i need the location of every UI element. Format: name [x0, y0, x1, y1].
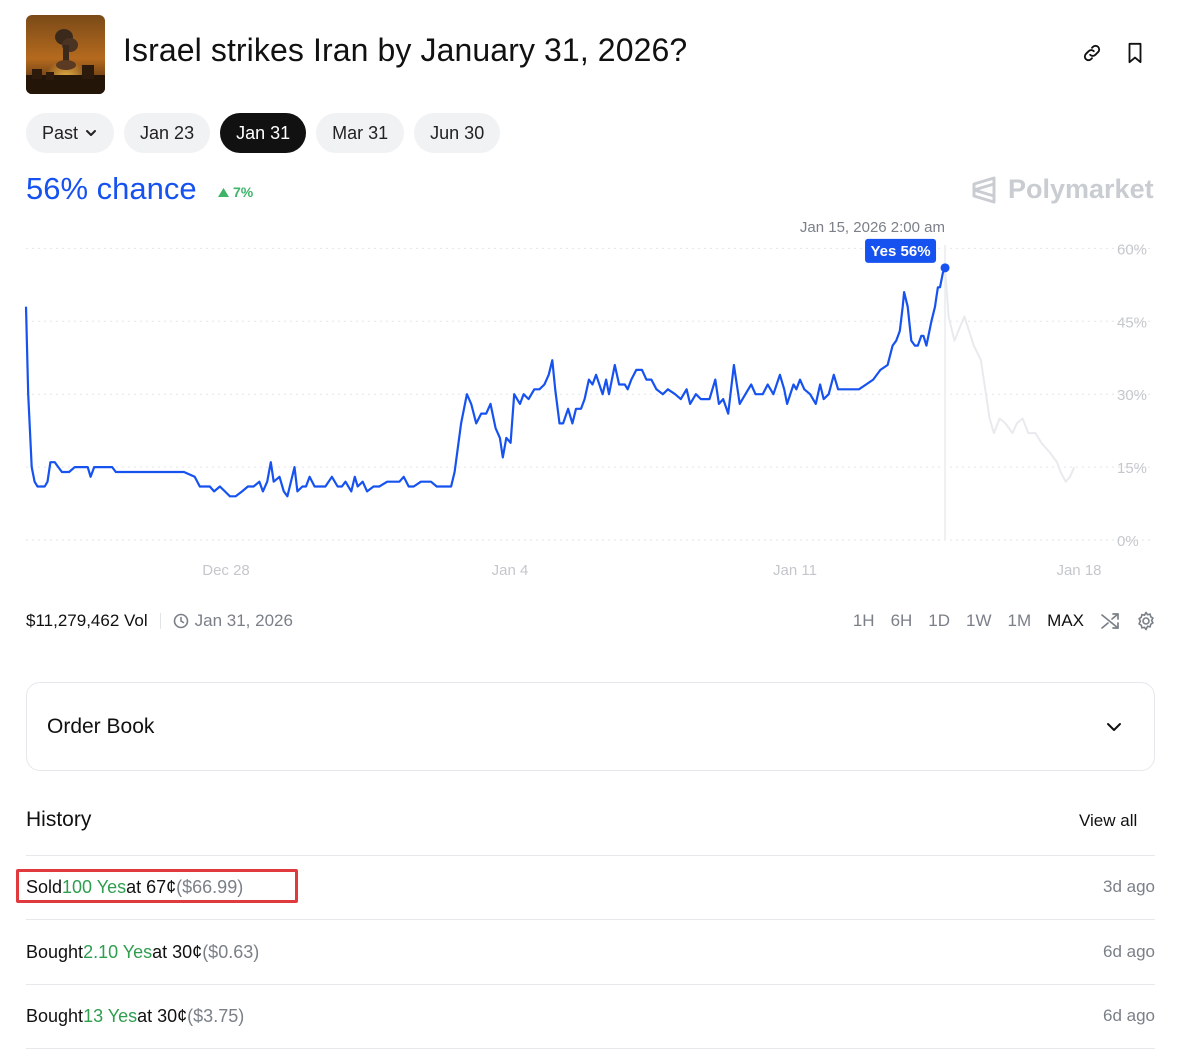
current-point [940, 263, 950, 273]
history-row: Bought 2.10 Yes at 30¢ ($0.63) 6d ago [26, 937, 1155, 967]
date-selector: Past Jan 23 Jan 31 Mar 31 Jun 30 [26, 113, 501, 153]
trade-amount: 13 Yes [83, 1005, 138, 1026]
series-line-future [944, 267, 1076, 483]
trade-action: Bought [26, 941, 84, 962]
pill-label: Jan 31 [236, 122, 291, 143]
delta-value: 7% [233, 184, 254, 200]
order-book-title: Order Book [47, 714, 155, 738]
trade-price: at 30¢ [152, 941, 203, 962]
trade-usd: ($0.63) [202, 941, 260, 962]
divider [26, 855, 1155, 856]
x-tick-label: Dec 28 [202, 562, 250, 579]
series-line-yes [24, 267, 947, 498]
pill-past[interactable]: Past [26, 113, 115, 153]
divider [26, 919, 1155, 920]
settings-gear-icon[interactable] [1136, 611, 1156, 631]
pill-mar-31[interactable]: Mar 31 [316, 113, 405, 153]
y-tick-label: 15% [1117, 460, 1147, 477]
y-tick-label: 0% [1117, 533, 1139, 550]
market-thumbnail [26, 15, 105, 94]
history-row: Bought 13 Yes at 30¢ ($3.75) 6d ago [26, 1001, 1155, 1031]
trade-price: at 30¢ [137, 1005, 188, 1026]
link-icon[interactable] [1079, 40, 1105, 66]
trade-age: 6d ago [1103, 942, 1155, 961]
range-1m[interactable]: 1M [1008, 611, 1032, 631]
pill-jun-30[interactable]: Jun 30 [414, 113, 501, 153]
hover-date: Jan 15, 2026 2:00 am [800, 219, 945, 236]
pill-label: Jan 23 [140, 122, 195, 143]
order-book-toggle[interactable]: Order Book [26, 682, 1155, 771]
end-date-label: Jan 31, 2026 [194, 611, 293, 630]
range-1d[interactable]: 1D [928, 611, 950, 631]
shuffle-icon[interactable] [1100, 611, 1120, 631]
view-all-link[interactable]: View all [1079, 811, 1137, 831]
trade-age: 3d ago [1103, 877, 1155, 896]
clock-icon [173, 613, 188, 629]
trade-usd: ($3.75) [187, 1005, 245, 1026]
chance-value: 56% chance [26, 171, 197, 206]
volume: $11,279,462 Vol [26, 611, 148, 630]
range-1w[interactable]: 1W [966, 611, 992, 631]
trade-action: Bought [26, 1005, 84, 1026]
pill-label: Past [42, 122, 79, 143]
trade-amount: 2.10 Yes [83, 941, 153, 962]
trade-age: 6d ago [1103, 1006, 1155, 1025]
chart-footer: $11,279,462 Vol Jan 31, 2026 1H 6H 1D 1W… [26, 608, 1156, 634]
pill-label: Mar 31 [332, 122, 389, 143]
chevron-down-icon [86, 130, 97, 136]
divider [26, 984, 1155, 985]
pill-jan-23[interactable]: Jan 23 [124, 113, 211, 153]
tooltip-label: Yes 56% [871, 243, 931, 260]
chevron-down-icon [1104, 717, 1124, 737]
polymarket-logo: Polymarket [970, 174, 1154, 205]
bookmark-icon[interactable] [1122, 40, 1148, 66]
y-tick-label: 60% [1117, 241, 1147, 258]
price-chart[interactable]: 60% 45% 30% 15% 0% Dec 28 Jan 4 Jan 11 Jan 18 Jan… [0, 210, 1200, 590]
highlight-box [16, 869, 298, 903]
market-title: Israel strikes Iran by January 31, 2026? [123, 32, 688, 68]
y-tick-label: 45% [1117, 314, 1147, 331]
brand-name: Polymarket [1008, 174, 1154, 204]
x-tick-label: Jan 4 [492, 562, 529, 579]
x-tick-label: Jan 18 [1056, 562, 1101, 579]
range-max[interactable]: MAX [1047, 611, 1084, 631]
y-tick-label: 30% [1117, 387, 1147, 404]
divider [159, 613, 161, 629]
history-title: History [26, 808, 92, 831]
end-date: Jan 31, 2026 [173, 611, 293, 631]
pill-jan-31[interactable]: Jan 31 [220, 113, 307, 153]
divider [26, 1048, 1155, 1049]
pill-label: Jun 30 [430, 122, 485, 143]
range-6h[interactable]: 6H [891, 611, 913, 631]
range-1h[interactable]: 1H [853, 611, 875, 631]
triangle-up-icon [218, 187, 229, 197]
x-tick-label: Jan 11 [773, 562, 817, 579]
range-selector: 1H 6H 1D 1W 1M MAX [853, 611, 1156, 631]
chance-delta: 7% [218, 184, 253, 200]
polymarket-icon [972, 176, 996, 203]
